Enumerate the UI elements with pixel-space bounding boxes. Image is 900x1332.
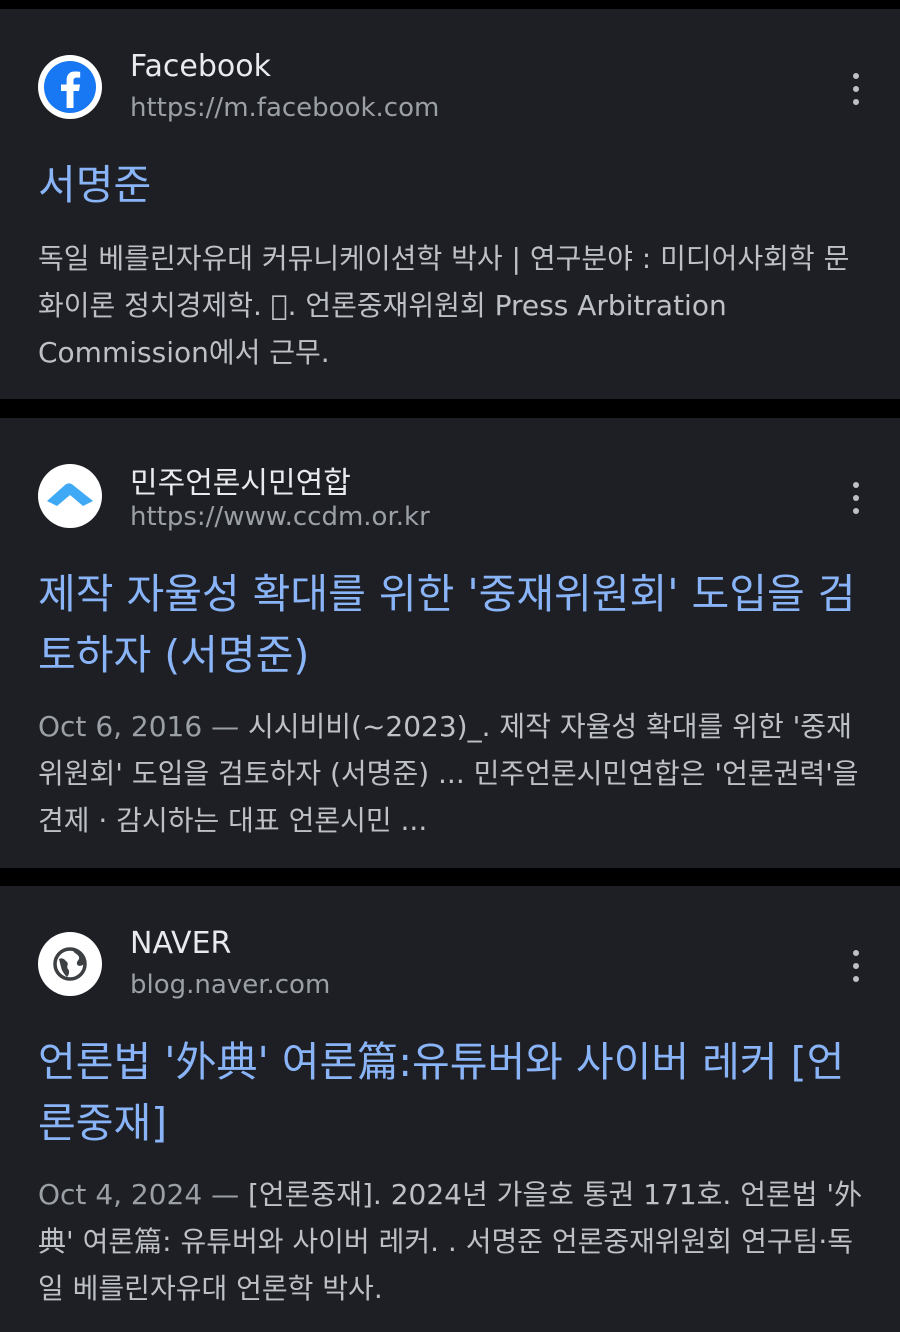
result-date: Oct 6, 2016 [38,710,203,743]
result-source[interactable]: 민주언론시민연합 https://www.ccdm.or.kr [38,464,862,544]
result-date: Oct 4, 2024 [38,1178,203,1211]
search-result-card: NAVER blog.naver.com 언론법 '外典' 여론篇:유튜버와 사… [0,886,900,1332]
site-name: NAVER [130,926,232,961]
search-results-page: Facebook https://m.facebook.com 서명준 독일 베… [0,0,900,1332]
more-options-icon[interactable] [844,946,868,986]
result-title-link[interactable]: 서명준 [38,155,862,216]
result-title-link[interactable]: 제작 자율성 확대를 위한 '중재위원회' 도입을 검토하자 (서명준) [38,564,862,686]
result-snippet: 독일 베를린자유대 커뮤니케이션학 박사 | 연구분야 : 미디어사회학 문화이… [38,235,870,376]
result-snippet: Oct 4, 2024 — [언론중재]. 2024년 가을호 통권 171호.… [38,1171,870,1312]
site-name: Facebook [130,49,271,84]
site-url: https://m.facebook.com [130,93,440,123]
facebook-icon [38,55,102,119]
snippet-text: 독일 베를린자유대 커뮤니케이션학 박사 | 연구분야 : 미디어사회학 문화이… [38,242,850,369]
result-source[interactable]: Facebook https://m.facebook.com [38,49,862,135]
ccdm-logo-icon [38,464,102,528]
result-snippet: Oct 6, 2016 — 시시비비(~2023)_. 제작 자율성 확대를 위… [38,703,870,844]
globe-icon [38,932,102,996]
site-name: 민주언론시민연합 [130,466,351,501]
search-result-card: 민주언론시민연합 https://www.ccdm.or.kr 제작 자율성 확… [0,418,900,868]
more-options-icon[interactable] [844,478,868,518]
date-separator: — [202,1178,248,1211]
result-source[interactable]: NAVER blog.naver.com [38,926,862,1012]
date-separator: — [202,710,248,743]
site-url: https://www.ccdm.or.kr [130,502,430,532]
result-title-link[interactable]: 언론법 '外典' 여론篇:유튜버와 사이버 레커 [언론중재] [38,1032,862,1154]
site-url: blog.naver.com [130,970,331,1000]
search-result-card: Facebook https://m.facebook.com 서명준 독일 베… [0,9,900,399]
more-options-icon[interactable] [844,69,868,109]
